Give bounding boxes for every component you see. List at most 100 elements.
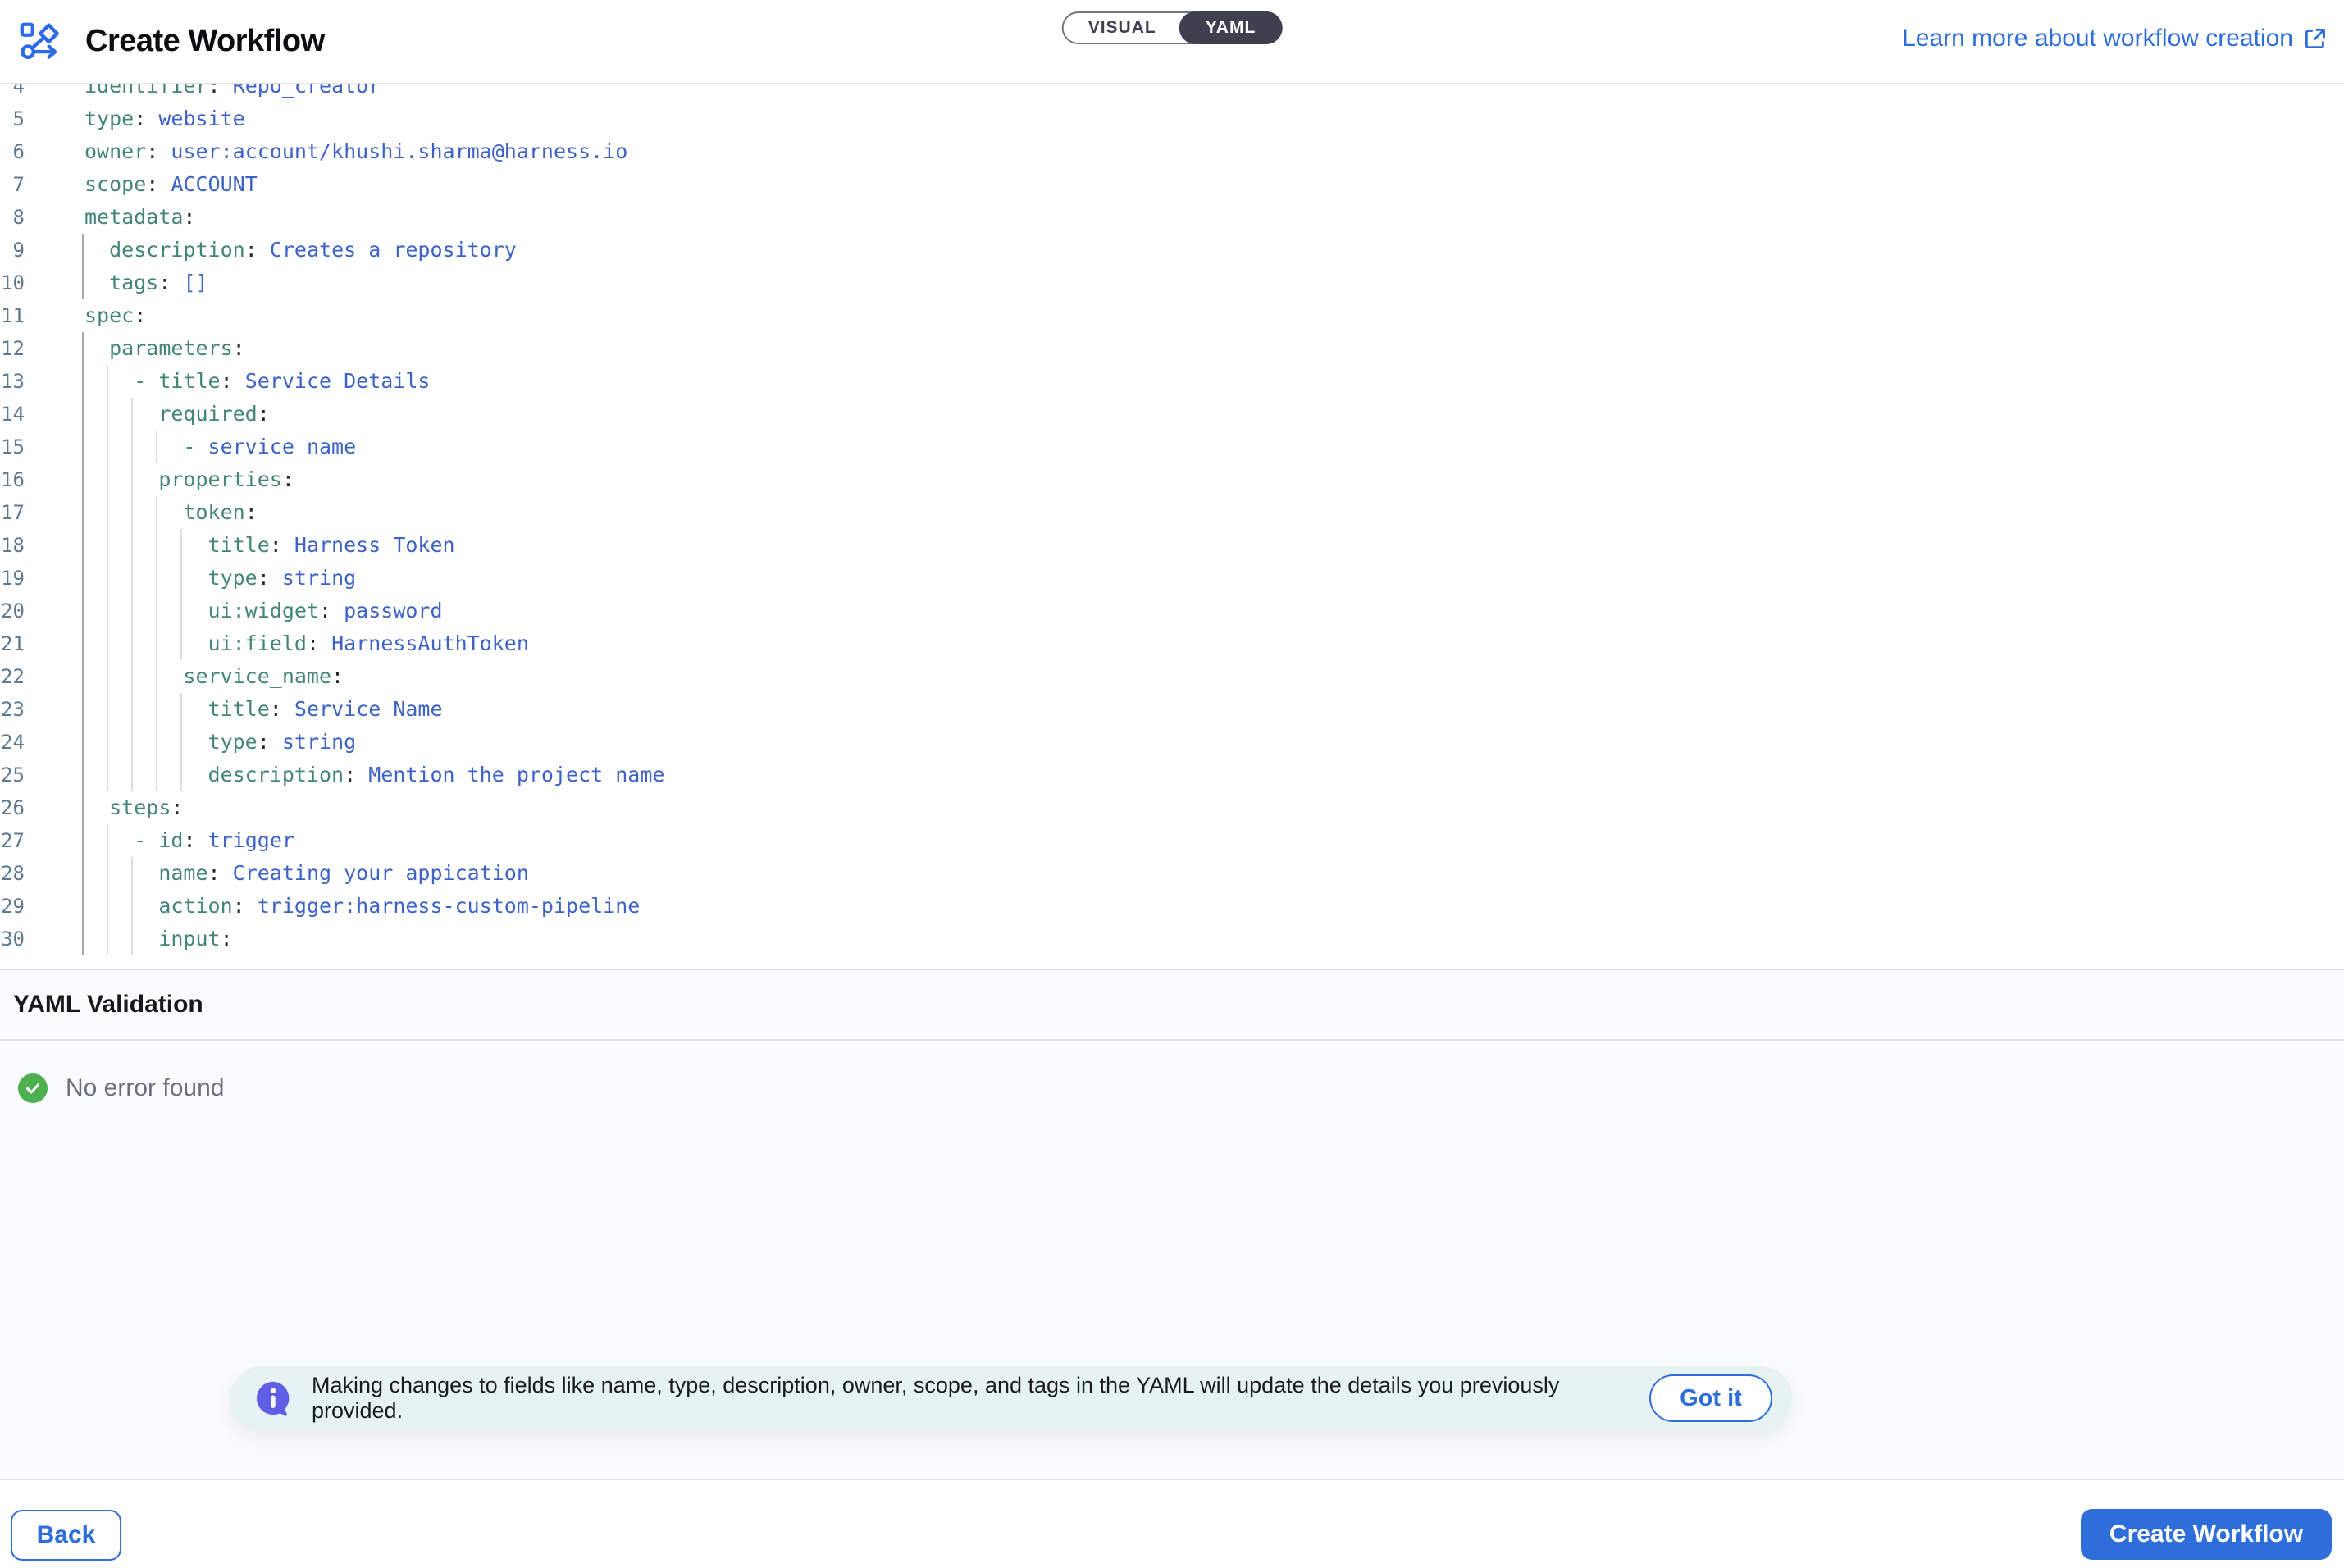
- code-text: - service_name: [84, 431, 356, 463]
- validation-header: YAML Validation: [0, 970, 2344, 1041]
- code-line: 15 - service_name: [0, 431, 2344, 463]
- line-number: 21: [0, 627, 25, 660]
- code-text: service_name:: [84, 660, 344, 693]
- line-number: 5: [0, 103, 25, 135]
- line-number: 29: [0, 890, 25, 923]
- code-line: 30 input:: [0, 923, 2344, 955]
- code-line: 23 title: Service Name: [0, 693, 2344, 726]
- line-number: 30: [0, 923, 25, 955]
- indent-guide: [82, 234, 84, 267]
- line-number: 27: [0, 824, 25, 857]
- back-button[interactable]: Back: [11, 1510, 121, 1561]
- code-text: owner: user:account/khushi.sharma@harnes…: [84, 135, 627, 168]
- external-link-icon: [2303, 26, 2328, 51]
- indent-guide: [82, 726, 84, 759]
- code-text: description: Creates a repository: [84, 234, 517, 267]
- code-text: token:: [84, 496, 258, 529]
- indent-guide: [82, 267, 84, 299]
- code-text: name: Creating your appication: [84, 857, 529, 890]
- code-line: 29 action: trigger:harness-custom-pipeli…: [0, 890, 2344, 923]
- success-check-icon: [18, 1073, 48, 1103]
- code-text: type: website: [84, 103, 245, 135]
- code-text: properties:: [84, 463, 294, 496]
- code-text: ui:field: HarnessAuthToken: [84, 627, 529, 660]
- code-line: 24 type: string: [0, 726, 2344, 759]
- line-number: 16: [0, 463, 25, 496]
- code-text: type: string: [84, 726, 356, 759]
- line-number: 6: [0, 135, 25, 168]
- code-line: 6 owner: user:account/khushi.sharma@harne…: [0, 135, 2344, 168]
- code-text: parameters:: [84, 332, 245, 365]
- code-text: input:: [84, 923, 233, 955]
- line-number: 11: [0, 299, 25, 332]
- indent-guide: [82, 759, 84, 791]
- code-text: title: Service Name: [84, 693, 443, 726]
- line-number: 12: [0, 332, 25, 365]
- code-text: - id: trigger: [84, 824, 294, 857]
- code-text: description: Mention the project name: [84, 759, 664, 791]
- footer: Back Create Workflow: [0, 1479, 2344, 1568]
- view-toggle[interactable]: VISUAL YAML: [1062, 11, 1283, 44]
- learn-more-link[interactable]: Learn more about workflow creation: [1902, 25, 2328, 52]
- code-line: 21 ui:field: HarnessAuthToken: [0, 627, 2344, 660]
- line-number: 18: [0, 529, 25, 562]
- code-line: 4 identifier: Repo_creator: [0, 84, 2344, 103]
- code-line: 7 scope: ACCOUNT: [0, 168, 2344, 201]
- code-line: 27 - id: trigger: [0, 824, 2344, 857]
- code-line: 22 service_name:: [0, 660, 2344, 693]
- code-text: identifier: Repo_creator: [84, 84, 381, 103]
- code-line: 28 name: Creating your appication: [0, 857, 2344, 890]
- code-text: action: trigger:harness-custom-pipeline: [84, 890, 640, 923]
- line-number: 9: [0, 234, 25, 267]
- page-title: Create Workflow: [85, 24, 325, 59]
- line-number: 23: [0, 693, 25, 726]
- indent-guide: [82, 431, 84, 463]
- toggle-visual[interactable]: VISUAL: [1064, 13, 1179, 43]
- got-it-button[interactable]: Got it: [1649, 1374, 1772, 1422]
- indent-guide: [82, 332, 84, 365]
- create-workflow-button[interactable]: Create Workflow: [2081, 1509, 2332, 1560]
- indent-guide: [82, 693, 84, 726]
- indent-guide: [82, 496, 84, 529]
- code-line: 11spec:: [0, 299, 2344, 332]
- code-text: type: string: [84, 562, 356, 595]
- line-number: 7: [0, 168, 25, 201]
- indent-guide: [82, 627, 84, 660]
- indent-guide: [82, 529, 84, 562]
- line-number: 8: [0, 201, 25, 234]
- code-text: tags: []: [84, 267, 208, 299]
- validation-result-row: No error found: [0, 1041, 2344, 1103]
- code-line: 17 token:: [0, 496, 2344, 529]
- yaml-editor[interactable]: 4identifier: Repo_creator5type: website6…: [0, 84, 2344, 969]
- workflow-icon: [18, 21, 61, 63]
- learn-more-label: Learn more about workflow creation: [1902, 25, 2293, 52]
- code-line: 26 steps:: [0, 791, 2344, 824]
- indent-guide: [82, 365, 84, 398]
- code-line: 25 description: Mention the project name: [0, 759, 2344, 791]
- indent-guide: [82, 923, 84, 955]
- line-number: 4: [0, 84, 25, 103]
- validation-title: YAML Validation: [13, 991, 203, 1019]
- indent-guide: [82, 562, 84, 595]
- indent-guide: [82, 398, 84, 431]
- code-text: scope: ACCOUNT: [84, 168, 258, 201]
- yaml-editor-lines: 4identifier: Repo_creator5type: website6…: [0, 84, 2344, 955]
- toggle-yaml[interactable]: YAML: [1179, 11, 1283, 44]
- line-number: 13: [0, 365, 25, 398]
- line-number: 20: [0, 595, 25, 627]
- line-number: 19: [0, 562, 25, 595]
- code-text: steps:: [84, 791, 183, 824]
- code-line: 20 ui:widget: password: [0, 595, 2344, 627]
- code-text: title: Harness Token: [84, 529, 455, 562]
- line-number: 14: [0, 398, 25, 431]
- code-text: metadata:: [84, 201, 195, 234]
- indent-guide: [82, 463, 84, 496]
- header: Create Workflow VISUAL YAML Learn more a…: [0, 0, 2344, 84]
- line-number: 22: [0, 660, 25, 693]
- code-line: 8 metadata:: [0, 201, 2344, 234]
- indent-guide: [82, 660, 84, 693]
- info-icon: [254, 1379, 292, 1417]
- code-line: 10 tags: []: [0, 267, 2344, 299]
- code-line: 13 - title: Service Details: [0, 365, 2344, 398]
- indent-guide: [82, 890, 84, 923]
